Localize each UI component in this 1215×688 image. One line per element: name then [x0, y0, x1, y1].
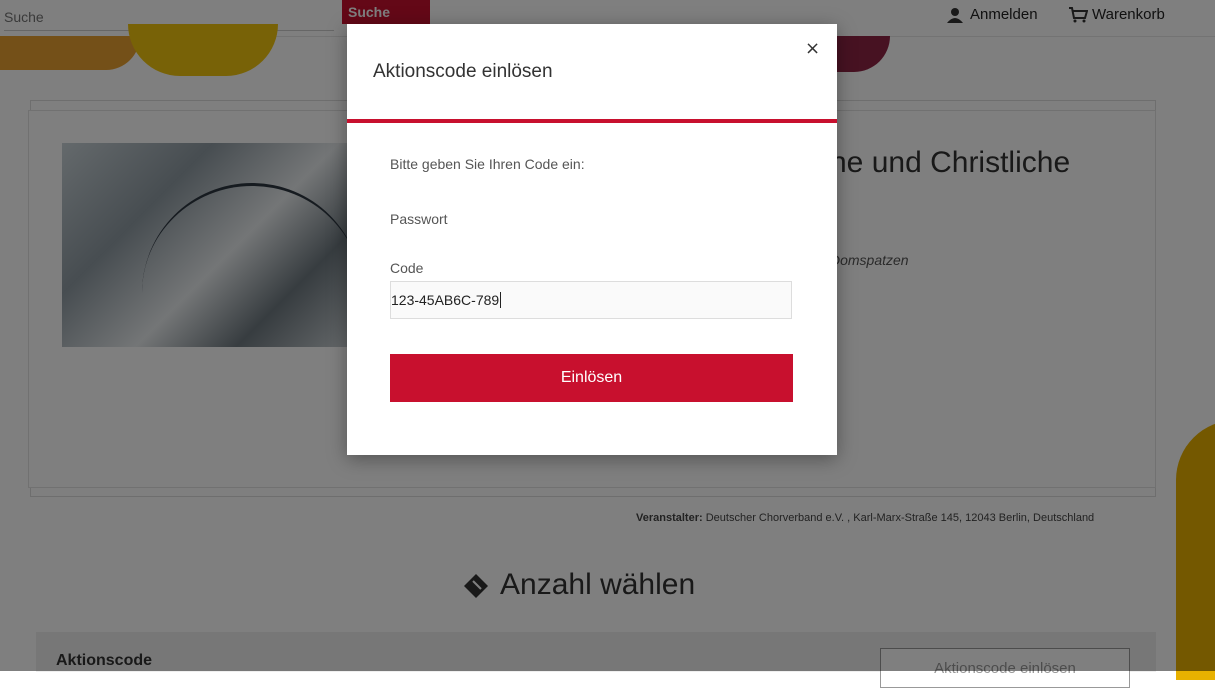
redeem-button[interactable]: Einlösen	[390, 354, 793, 402]
modal-title: Aktionscode einlösen	[373, 61, 553, 82]
code-label: Code	[390, 260, 424, 276]
modal-divider	[347, 119, 837, 123]
close-icon[interactable]: ×	[805, 38, 820, 59]
promo-code-modal: Aktionscode einlösen × Bitte geben Sie I…	[347, 24, 837, 455]
code-input-value: 123-45AB6C-789	[391, 292, 500, 308]
password-label: Passwort	[390, 211, 448, 227]
modal-intro-text: Bitte geben Sie Ihren Code ein:	[390, 156, 585, 172]
text-caret	[500, 292, 502, 308]
code-input[interactable]: 123-45AB6C-789	[390, 281, 792, 319]
